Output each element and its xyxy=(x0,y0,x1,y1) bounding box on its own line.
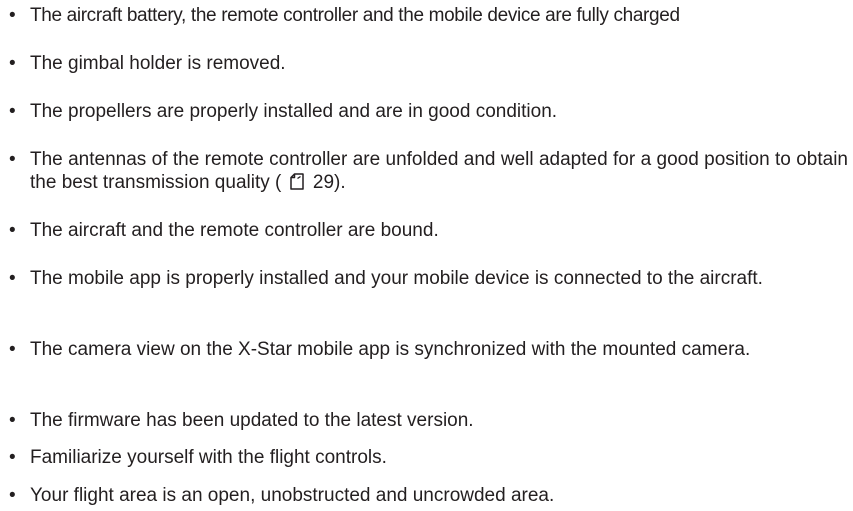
list-item-text: The firmware has been updated to the lat… xyxy=(30,410,474,431)
list-item-text: The aircraft battery, the remote control… xyxy=(30,5,680,26)
bullet-icon: • xyxy=(9,268,16,289)
list-item-text: Your flight area is an open, unobstructe… xyxy=(30,485,555,506)
bullet-icon: • xyxy=(9,5,16,26)
bullet-icon: • xyxy=(9,101,16,122)
list-item-text-part: The antennas of the remote controller ar… xyxy=(30,149,848,193)
page-reference-number: 29). xyxy=(312,172,346,193)
list-item-text: The mobile app is properly installed and… xyxy=(30,268,763,289)
list-item-text: The aircraft and the remote controller a… xyxy=(30,220,439,241)
list-item-text: Familiarize yourself with the flight con… xyxy=(30,447,387,468)
bullet-icon: • xyxy=(9,485,16,506)
bullet-icon: • xyxy=(9,53,16,74)
page-reference-icon xyxy=(289,171,306,191)
bullet-icon: • xyxy=(9,339,16,360)
list-item-text: The camera view on the X-Star mobile app… xyxy=(30,339,751,360)
bullet-icon: • xyxy=(9,447,16,468)
bullet-icon: • xyxy=(9,149,16,170)
list-item-text: The propellers are properly installed an… xyxy=(30,101,558,122)
list-item-text: The antennas of the remote controller ar… xyxy=(30,148,848,194)
bullet-icon: • xyxy=(9,220,16,241)
list-item-text: The gimbal holder is removed. xyxy=(30,53,286,74)
bullet-icon: • xyxy=(9,410,16,431)
